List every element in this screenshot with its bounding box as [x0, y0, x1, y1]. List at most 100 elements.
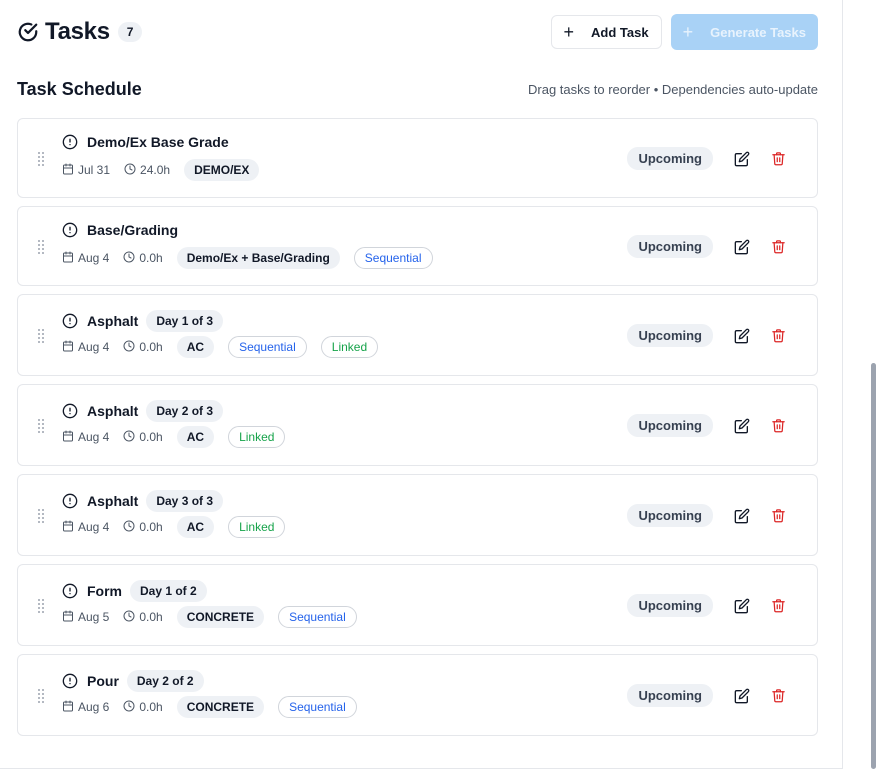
alert-circle-icon — [62, 403, 78, 419]
trade-tag: AC — [176, 426, 215, 448]
task-date: Aug 4 — [62, 520, 109, 535]
status-badge: Upcoming — [627, 324, 713, 347]
day-badge: Day 1 of 2 — [130, 580, 207, 602]
task-hours: 0.0h — [123, 700, 163, 715]
calendar-icon — [62, 251, 78, 266]
day-badge: Day 3 of 3 — [146, 490, 224, 512]
clock-icon — [123, 520, 139, 535]
trash-icon[interactable] — [769, 327, 787, 345]
alert-circle-icon — [62, 313, 78, 329]
task-date: Aug 6 — [62, 700, 109, 715]
edit-icon[interactable] — [733, 597, 751, 615]
edit-icon[interactable] — [733, 238, 751, 256]
schedule-header: Task Schedule Drag tasks to reorder • De… — [17, 78, 818, 100]
linked-tag: Linked — [228, 516, 286, 538]
trade-tag: AC — [176, 336, 215, 358]
alert-circle-icon — [62, 673, 78, 689]
status-badge: Upcoming — [627, 235, 713, 258]
edit-icon[interactable] — [733, 327, 751, 345]
drag-handle-icon[interactable] — [38, 689, 46, 703]
task-card[interactable]: Asphalt Day 1 of 3 Aug 4 0.0h AC Sequential Li… — [17, 294, 818, 376]
status-badge: Upcoming — [627, 147, 713, 170]
sequential-tag: Sequential — [278, 696, 357, 718]
task-card[interactable]: Pour Day 2 of 2 Aug 6 0.0h CONCRETE Sequentia… — [17, 654, 818, 736]
task-card[interactable]: Demo/Ex Base Grade Jul 31 24.0h DEMO/EX Upco… — [17, 118, 818, 198]
trash-icon[interactable] — [769, 507, 787, 525]
trade-tag: DEMO/EX — [184, 159, 260, 181]
task-card[interactable]: Asphalt Day 2 of 3 Aug 4 0.0h AC Linked Upcomi… — [17, 384, 818, 466]
generate-tasks-label: Generate Tasks — [710, 24, 806, 40]
drag-handle-icon[interactable] — [38, 329, 46, 343]
trade-tag: CONCRETE — [176, 696, 265, 718]
drag-handle-icon[interactable] — [38, 509, 46, 523]
schedule-hint: Drag tasks to reorder • Dependencies aut… — [528, 81, 818, 97]
trade-tag: AC — [176, 516, 215, 538]
plus-icon: + — [682, 22, 694, 42]
task-hours: 0.0h — [123, 251, 163, 266]
task-hours: 0.0h — [123, 610, 163, 625]
day-badge: Day 1 of 3 — [146, 310, 224, 332]
alert-circle-icon — [62, 583, 78, 599]
clock-icon — [123, 340, 139, 355]
trash-icon[interactable] — [769, 150, 787, 168]
calendar-icon — [62, 430, 78, 445]
task-hours: 24.0h — [124, 163, 170, 178]
task-name: Asphalt — [87, 493, 139, 509]
sequential-tag: Sequential — [353, 247, 433, 269]
clock-icon — [124, 163, 140, 178]
task-hours: 0.0h — [123, 520, 163, 535]
sequential-tag: Sequential — [228, 336, 307, 358]
calendar-icon — [62, 340, 78, 355]
status-badge: Upcoming — [627, 504, 713, 527]
trade-tag: CONCRETE — [176, 606, 265, 628]
trash-icon[interactable] — [769, 238, 787, 256]
task-date: Aug 4 — [62, 251, 109, 266]
edit-icon[interactable] — [733, 507, 751, 525]
add-task-button[interactable]: + Add Task — [550, 15, 662, 49]
task-date: Jul 31 — [62, 163, 110, 178]
task-card[interactable]: Form Day 1 of 2 Aug 5 0.0h CONCRETE Sequentia… — [17, 564, 818, 646]
linked-tag: Linked — [228, 426, 286, 448]
clock-icon — [123, 251, 139, 266]
drag-handle-icon[interactable] — [38, 240, 46, 254]
alert-circle-icon — [62, 134, 78, 150]
task-name: Form — [87, 583, 122, 599]
check-circle-icon — [17, 21, 39, 43]
clock-icon — [123, 700, 139, 715]
task-card[interactable]: Asphalt Day 3 of 3 Aug 4 0.0h AC Linked Upcomi… — [17, 474, 818, 556]
edit-icon[interactable] — [733, 150, 751, 168]
day-badge: Day 2 of 2 — [126, 670, 204, 692]
edit-icon[interactable] — [733, 417, 751, 435]
task-date: Aug 5 — [62, 610, 109, 625]
edit-icon[interactable] — [733, 687, 751, 705]
clock-icon — [123, 430, 139, 445]
alert-circle-icon — [62, 493, 78, 509]
drag-handle-icon[interactable] — [38, 419, 46, 433]
day-badge: Day 2 of 3 — [146, 400, 224, 422]
scrollbar-thumb[interactable] — [871, 363, 876, 769]
task-card[interactable]: Base/Grading Aug 4 0.0h Demo/Ex + Base/Grad… — [17, 206, 818, 286]
task-name: Asphalt — [87, 313, 139, 329]
trash-icon[interactable] — [769, 597, 787, 615]
linked-tag: Linked — [320, 336, 379, 358]
status-badge: Upcoming — [627, 684, 713, 707]
clock-icon — [123, 610, 139, 625]
task-name: Pour — [87, 673, 119, 689]
calendar-icon — [62, 700, 78, 715]
calendar-icon — [62, 610, 78, 625]
generate-tasks-button[interactable]: + Generate Tasks — [670, 14, 818, 50]
drag-handle-icon[interactable] — [38, 152, 46, 166]
task-name: Demo/Ex Base Grade — [87, 134, 229, 150]
alert-circle-icon — [62, 222, 78, 238]
page-title: Tasks — [45, 18, 110, 45]
trash-icon[interactable] — [769, 417, 787, 435]
task-count-badge: 7 — [117, 22, 143, 42]
trade-tag: Demo/Ex + Base/Grading — [176, 247, 340, 269]
trash-icon[interactable] — [769, 687, 787, 705]
schedule-title: Task Schedule — [17, 78, 142, 99]
calendar-icon — [62, 520, 78, 535]
add-task-label: Add Task — [591, 24, 649, 40]
drag-handle-icon[interactable] — [38, 599, 46, 613]
calendar-icon — [62, 163, 78, 178]
task-hours: 0.0h — [123, 340, 163, 355]
